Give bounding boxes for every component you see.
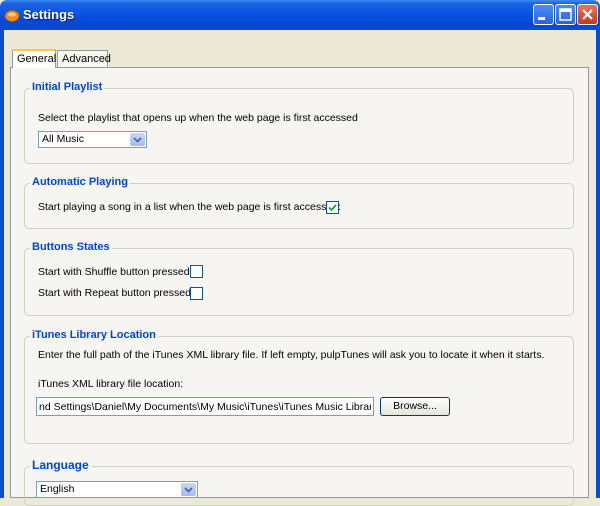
close-button[interactable] [577,4,598,25]
window-frame-right [596,30,600,498]
language-value: English [40,483,75,495]
maximize-icon [559,8,572,21]
chevron-down-icon[interactable] [130,133,145,146]
itunes-library-description: Enter the full path of the iTunes XML li… [38,349,545,361]
group-title: Automatic Playing [30,176,130,188]
tab-advanced[interactable]: Advanced [57,50,111,67]
group-title: iTunes Library Location [30,329,158,341]
shuffle-checkbox[interactable] [190,265,203,278]
pulptunes-icon [4,7,20,23]
repeat-label: Start with Repeat button pressed: [38,287,194,299]
title-bar[interactable]: Settings [0,0,600,30]
minimize-icon [538,17,545,20]
language-select[interactable]: English [36,481,198,498]
maximize-button[interactable] [555,4,576,25]
group-title: Initial Playlist [30,81,105,93]
group-title: Buttons States [30,241,112,253]
shuffle-label: Start with Shuffle button pressed: [38,266,193,278]
checkmark-icon [328,204,337,212]
initial-playlist-description: Select the playlist that opens up when t… [38,112,358,124]
browse-button[interactable]: Browse... [380,397,450,416]
window-frame-left [0,30,4,498]
autoplay-label: Start playing a song in a list when the … [38,201,341,213]
initial-playlist-group: Initial Playlist [24,81,574,164]
chevron-down-icon[interactable] [181,483,196,496]
itunes-path-input[interactable] [36,397,374,416]
window-title: Settings [23,7,75,22]
group-title: Language [30,458,91,472]
repeat-checkbox[interactable] [190,287,203,300]
close-icon [582,9,593,20]
initial-playlist-select[interactable]: All Music [38,131,147,148]
itunes-path-label: iTunes XML library file location: [38,378,184,390]
minimize-button[interactable] [533,4,554,25]
itunes-path-field[interactable] [37,398,373,415]
initial-playlist-value: All Music [42,133,85,145]
autoplay-checkbox[interactable] [326,201,339,214]
tab-general[interactable]: General [12,49,56,68]
buttons-states-group: Buttons States [24,241,574,316]
